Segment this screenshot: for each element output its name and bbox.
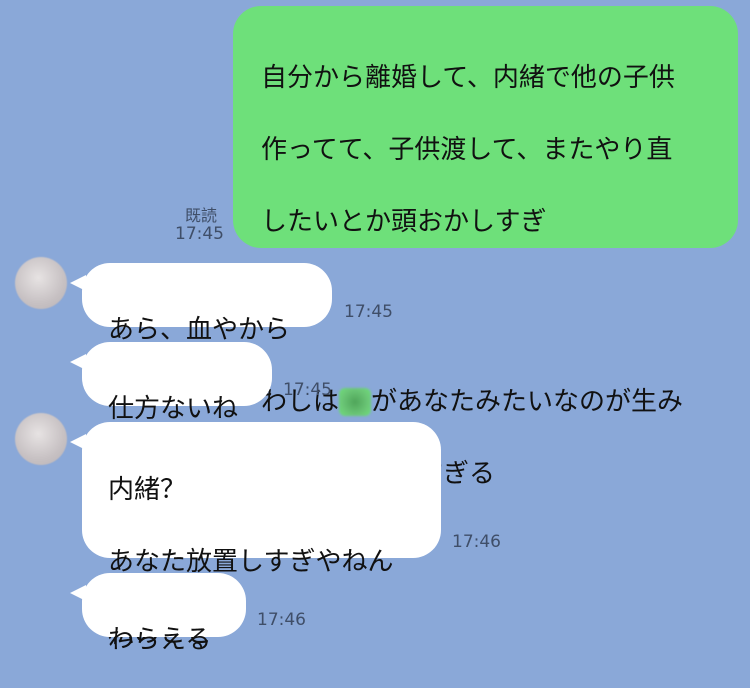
incoming-message-bubble[interactable]: 仕方ないね (70, 342, 272, 424)
contact-avatar[interactable] (15, 413, 67, 465)
chat-thread: 自分から離婚して、内緒で他の子供 作ってて、子供渡して、またやり直 したいとか頭… (0, 0, 750, 655)
message-timestamp: 17:46 (452, 532, 501, 552)
message-line: 作ってて、子供渡して、またやり直 (261, 135, 673, 165)
message-text: 仕方ないね (108, 394, 239, 424)
outgoing-message-bubble[interactable]: 自分から離婚して、内緒で他の子供 作ってて、子供渡して、またやり直 したいとか頭… (233, 6, 738, 489)
message-text: わらえる (108, 625, 212, 655)
incoming-message-bubble[interactable]: 内緒？ あなた放置しすぎやねん 私のこと (70, 422, 441, 649)
message-timestamp: 17:46 (257, 610, 306, 630)
incoming-message-bubble[interactable]: あら、血やから (70, 263, 332, 345)
redacted-name-mask (339, 388, 372, 416)
message-line: 自分から離婚して、内緒で他の子供 (261, 63, 675, 93)
message-timestamp: 17:45 (344, 302, 393, 322)
message-text-part: があなたみたいなのが生み (371, 387, 684, 417)
message-line: 内緒？ (108, 475, 187, 505)
incoming-message-bubble[interactable]: わらえる (70, 573, 246, 655)
message-line: したいとか頭おかしすぎ (261, 207, 547, 237)
message-timestamp: 17:45 (175, 224, 224, 244)
message-text: あら、血やから (108, 315, 291, 345)
contact-avatar[interactable] (15, 257, 67, 309)
message-timestamp: 17:45 (283, 380, 332, 400)
read-receipt: 既読 (185, 206, 218, 225)
